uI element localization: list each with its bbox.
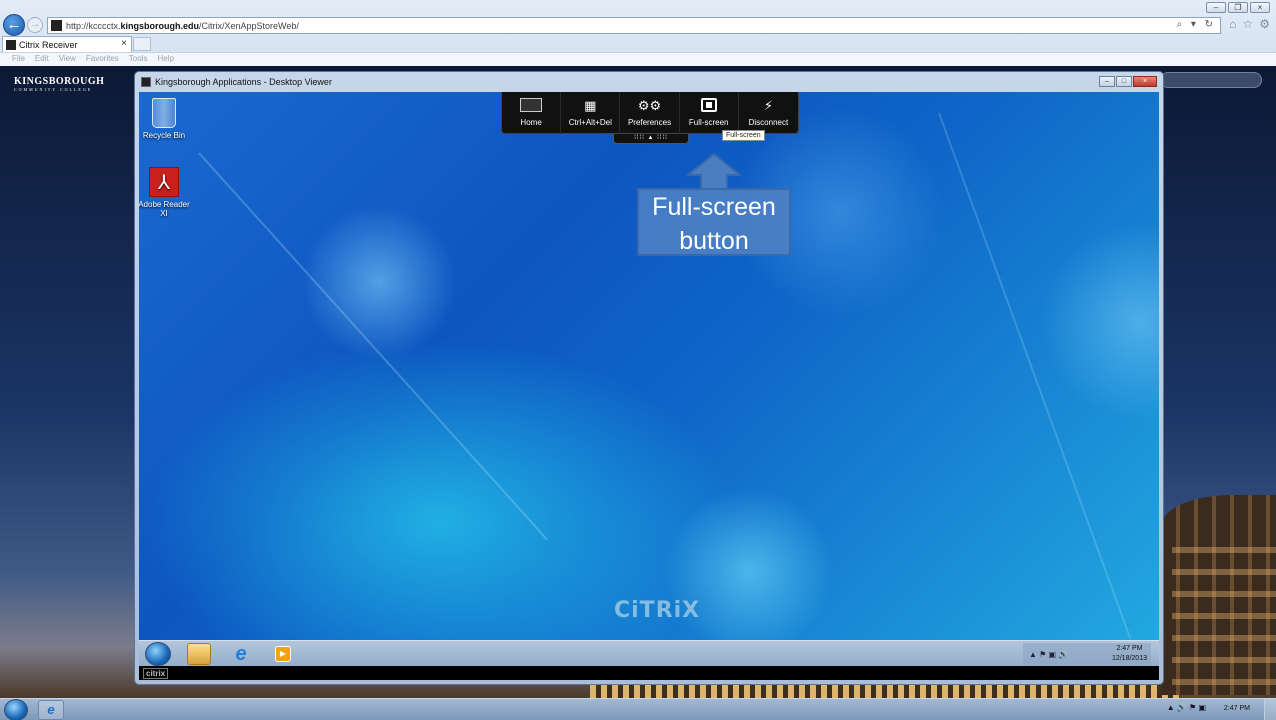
remote-start-button[interactable] bbox=[145, 642, 171, 666]
toolbar-disconnect-button[interactable]: ⚡ Disconnect bbox=[739, 92, 798, 134]
menu-help[interactable]: Help bbox=[157, 53, 173, 66]
remote-date: 12/18/2013 bbox=[1111, 655, 1147, 662]
fullscreen-callout: Full-screen button bbox=[637, 188, 791, 256]
fullscreen-icon bbox=[700, 98, 717, 112]
tab-strip: Citrix Receiver × bbox=[0, 36, 1276, 52]
viewer-window-controls: – □ × bbox=[1099, 76, 1157, 87]
viewer-titlebar[interactable]: Kingsborough Applications - Desktop View… bbox=[135, 72, 1163, 92]
media-player-icon: ▶ bbox=[275, 646, 291, 662]
menu-view[interactable]: View bbox=[59, 53, 76, 66]
host-clock[interactable]: 2:47 PM bbox=[1224, 705, 1250, 712]
search-refresh-icons[interactable]: ⌕ ▾ ↻ bbox=[1176, 19, 1216, 30]
remote-clock[interactable]: 2:47 PM 12/18/2013 bbox=[1112, 644, 1147, 664]
toolbar-ctrl-alt-del-button[interactable]: ▦ Ctrl+Alt+Del bbox=[561, 92, 621, 134]
browser-chrome: – ❐ × ← → http://kcccctx.kingsborough.ed… bbox=[0, 0, 1276, 66]
toolbar-label: Disconnect bbox=[748, 118, 789, 127]
viewer-minimize-button[interactable]: – bbox=[1099, 76, 1115, 87]
page-top-bar bbox=[1160, 72, 1262, 88]
toolbar-preferences-button[interactable]: ⚙⚙ Preferences bbox=[620, 92, 680, 134]
citrix-favicon-icon bbox=[6, 39, 16, 50]
viewer-maximize-button[interactable]: □ bbox=[1116, 76, 1132, 87]
show-desktop-button[interactable] bbox=[1264, 699, 1276, 720]
remote-desktop[interactable]: Recycle Bin ⅄ Adobe Reader XI Home ▦ Ctr… bbox=[139, 92, 1159, 640]
close-button[interactable]: × bbox=[1250, 2, 1270, 13]
desktop-icon-label: Adobe Reader XI bbox=[139, 200, 190, 218]
citrix-watermark-logo: CiTRiX bbox=[614, 598, 701, 623]
home-screen-icon bbox=[520, 98, 543, 112]
citrix-window-icon bbox=[141, 77, 151, 87]
viewer-status-bar: citrix bbox=[139, 666, 1159, 680]
recycle-bin-icon bbox=[152, 98, 176, 128]
wallpaper-streak bbox=[938, 112, 1132, 640]
internet-explorer-taskbar-icon[interactable]: e bbox=[38, 700, 64, 720]
forward-button[interactable]: → bbox=[27, 17, 43, 33]
wallpaper-streak bbox=[198, 152, 548, 541]
tab-close-icon[interactable]: × bbox=[121, 38, 127, 49]
gears-icon: ⚙⚙ bbox=[637, 98, 662, 113]
citrix-toolbar: Home ▦ Ctrl+Alt+Del ⚙⚙ Preferences Full-… bbox=[501, 92, 799, 134]
desktop-icon-adobe-reader[interactable]: ⅄ Adobe Reader XI bbox=[139, 167, 194, 218]
settings-gear-icon[interactable]: ⚙ bbox=[1259, 17, 1270, 31]
toolbar-collapse-handle[interactable]: ⁞⁞⁞⁞ ▲ ⁞⁞⁞⁞ bbox=[613, 134, 689, 144]
disconnect-plug-icon: ⚡ bbox=[763, 98, 773, 113]
back-button[interactable]: ← bbox=[3, 14, 25, 36]
remote-taskbar: e ▶ ▲ ⚑ ▣ 🔊 2:47 PM 12/18/2013 bbox=[139, 640, 1159, 666]
host-system-tray: ▲ 🔊 ⚑ ▣ bbox=[1167, 703, 1206, 712]
toolbar-home-button[interactable]: Home bbox=[502, 92, 562, 134]
toolbar-label: Home bbox=[520, 118, 542, 127]
viewer-close-button[interactable]: × bbox=[1133, 76, 1157, 87]
desktop-icon-label: Recycle Bin bbox=[142, 131, 186, 140]
internet-explorer-icon[interactable]: e bbox=[229, 643, 253, 665]
keyboard-icon: ▦ bbox=[584, 98, 597, 113]
menu-tools[interactable]: Tools bbox=[129, 53, 148, 66]
browser-toolbar-icons: ⌂ ☆ ⚙ bbox=[1229, 17, 1270, 31]
new-tab-button[interactable] bbox=[133, 37, 151, 51]
menu-favorites[interactable]: Favorites bbox=[86, 53, 119, 66]
toolbar-label: Ctrl+Alt+Del bbox=[568, 118, 612, 127]
desktop-icon-recycle-bin[interactable]: Recycle Bin bbox=[139, 98, 194, 140]
address-bar[interactable]: http://kcccctx.kingsborough.edu/Citrix/X… bbox=[47, 17, 1221, 34]
browser-window-controls: – ❐ × bbox=[1206, 2, 1270, 13]
start-button[interactable] bbox=[4, 699, 28, 720]
city-lights bbox=[590, 683, 1180, 698]
adobe-reader-icon: ⅄ bbox=[149, 167, 179, 197]
menu-bar: File Edit View Favorites Tools Help bbox=[0, 52, 1276, 66]
tab-citrix-receiver[interactable]: Citrix Receiver × bbox=[2, 36, 132, 52]
viewer-title: Kingsborough Applications - Desktop View… bbox=[155, 77, 332, 87]
favorites-star-icon[interactable]: ☆ bbox=[1242, 17, 1253, 31]
minimize-button[interactable]: – bbox=[1206, 2, 1226, 13]
media-player-button[interactable]: ▶ bbox=[271, 643, 295, 665]
toolbar-label: Full-screen bbox=[688, 118, 729, 127]
menu-edit[interactable]: Edit bbox=[35, 53, 49, 66]
tray-icons[interactable]: ▲ ⚑ ▣ 🔊 bbox=[1029, 650, 1068, 659]
tray-icons[interactable]: ▲ 🔊 ⚑ ▣ bbox=[1167, 703, 1206, 712]
menu-file[interactable]: File bbox=[12, 53, 25, 66]
home-icon[interactable]: ⌂ bbox=[1229, 17, 1236, 31]
fullscreen-tooltip: Full-screen bbox=[722, 130, 765, 141]
callout-arrow-icon bbox=[687, 153, 741, 189]
toolbar-label: Preferences bbox=[627, 118, 672, 127]
restore-button[interactable]: ❐ bbox=[1228, 2, 1248, 13]
file-explorer-icon[interactable] bbox=[187, 643, 211, 665]
tab-label: Citrix Receiver bbox=[19, 39, 78, 50]
toolbar-fullscreen-button[interactable]: Full-screen bbox=[680, 92, 739, 134]
host-taskbar: e ▲ 🔊 ⚑ ▣ 2:47 PM bbox=[0, 698, 1276, 720]
campus-building bbox=[1162, 495, 1276, 695]
remote-time: 2:47 PM bbox=[1116, 645, 1143, 652]
citrix-favicon-icon bbox=[51, 20, 62, 31]
desktop-viewer-window: Kingsborough Applications - Desktop View… bbox=[134, 71, 1164, 685]
navigation-bar: ← → http://kcccctx.kingsborough.edu/Citr… bbox=[0, 14, 1276, 36]
address-url: http://kcccctx.kingsborough.edu/Citrix/X… bbox=[66, 20, 299, 31]
kingsborough-logo: KINGSBOROUGH COMMUNITY COLLEGE bbox=[14, 76, 105, 92]
citrix-receiver-logo: citrix bbox=[143, 668, 169, 679]
